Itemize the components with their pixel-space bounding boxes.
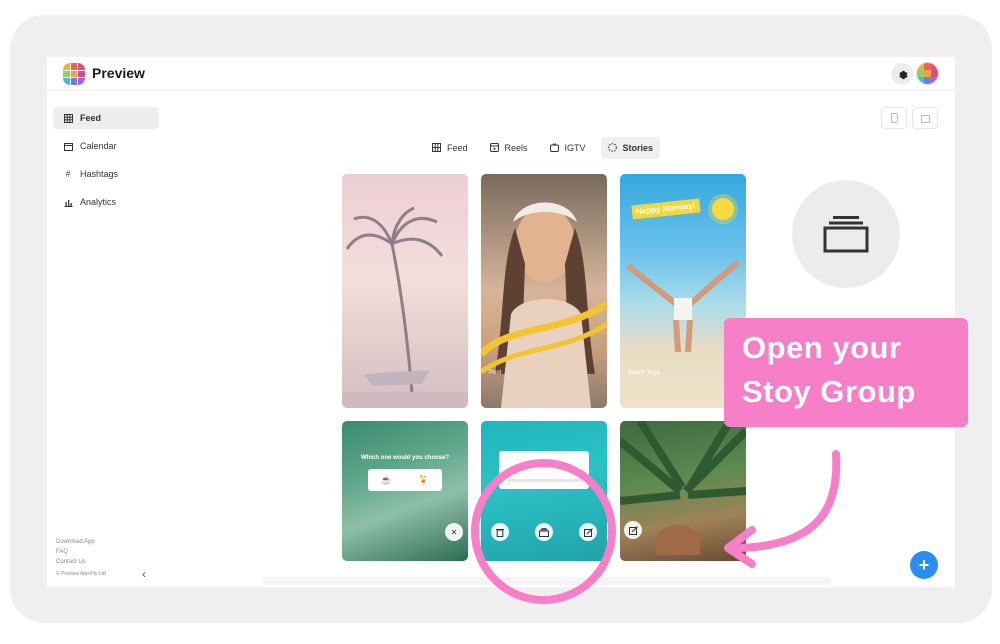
face-image <box>656 525 700 555</box>
story-group-icon <box>823 216 869 253</box>
sidebar-item-analytics[interactable]: Analytics <box>53 191 159 213</box>
calendar-icon <box>920 114 930 123</box>
faq-link[interactable]: FAQ <box>56 547 95 557</box>
contact-us-link[interactable]: Contact Us <box>56 557 95 567</box>
hash-icon: # <box>65 169 71 179</box>
sidebar-item-label: Calendar <box>80 141 117 151</box>
plus-icon: + <box>918 554 930 575</box>
story-tile-palm-beach[interactable] <box>342 174 468 408</box>
add-post-button[interactable]: + <box>910 551 938 579</box>
tab-label: Feed <box>447 143 468 153</box>
story-tile-poll[interactable]: Which one would you choose? ☕ 🍹 ✕ <box>342 421 468 561</box>
callout-line: Open your <box>742 330 902 365</box>
app-title: Preview <box>92 65 145 81</box>
tab-label: IGTV <box>564 143 586 153</box>
sidebar-item-label: Hashtags <box>80 169 119 179</box>
close-icon: ✕ <box>450 527 458 537</box>
poll-sticker: ☕ 🍹 <box>368 469 442 491</box>
gear-icon <box>898 70 908 79</box>
tab-label: Stories <box>622 143 654 153</box>
edit-story-button[interactable] <box>624 521 642 539</box>
calendar-view-button[interactable] <box>912 107 938 129</box>
calendar-icon <box>63 141 73 151</box>
palm-tree-image <box>342 206 468 408</box>
story-group-zoom <box>792 180 900 288</box>
settings-button[interactable] <box>891 63 913 85</box>
app-logo <box>63 63 85 85</box>
collapse-sidebar-button[interactable]: ‹ <box>142 567 146 581</box>
grid-icon <box>63 113 73 123</box>
tab-label: Reels <box>504 143 528 153</box>
poll-option: ☕ <box>380 474 393 485</box>
bar-chart-icon <box>63 197 73 207</box>
remove-story-button[interactable]: ✕ <box>445 523 463 541</box>
sidebar: Feed Calendar # Hashtags Analytics <box>53 107 159 219</box>
edit-icon <box>628 525 638 535</box>
poll-option: 🍹 <box>417 474 430 485</box>
sidebar-item-calendar[interactable]: Calendar <box>53 135 159 157</box>
chevron-left-icon: ‹ <box>142 567 146 581</box>
story-caption: Pool <box>489 370 502 376</box>
sidebar-item-label: Feed <box>80 113 102 123</box>
content-tabs: Feed Reels IGTV Stories <box>425 137 661 159</box>
download-app-link[interactable]: Download App <box>56 537 95 547</box>
sidebar-item-label: Analytics <box>80 197 117 207</box>
poll-question: Which one would you choose? <box>361 455 449 461</box>
sidebar-item-feed[interactable]: Feed <box>53 107 159 129</box>
sidebar-item-hashtags[interactable]: # Hashtags <box>53 163 159 185</box>
highlight-ring <box>471 459 616 604</box>
mobile-view-button[interactable] <box>881 107 907 129</box>
tab-reels[interactable]: Reels <box>483 137 535 159</box>
stories-icon <box>607 142 617 154</box>
copyright: © Preview App Pty Ltd <box>56 571 106 577</box>
tab-feed[interactable]: Feed <box>425 137 475 159</box>
reels-icon <box>489 142 499 154</box>
top-bar: Preview <box>47 57 955 91</box>
callout-line: Stoy Group <box>742 374 916 409</box>
avatar[interactable] <box>916 62 939 85</box>
grid-icon <box>432 142 441 154</box>
tab-igtv[interactable]: IGTV <box>543 137 593 159</box>
story-caption: Beach Yoga <box>628 370 661 376</box>
phone-icon <box>890 113 898 123</box>
instruction-callout: Open your Stoy Group <box>724 318 968 427</box>
tab-stories[interactable]: Stories <box>600 137 661 159</box>
view-toggle <box>881 107 938 129</box>
tv-icon <box>549 142 559 154</box>
curved-arrow-icon <box>724 450 841 568</box>
footer-links: Download App FAQ Contact Us <box>56 537 95 567</box>
story-tile-pool[interactable]: Pool <box>481 174 607 408</box>
